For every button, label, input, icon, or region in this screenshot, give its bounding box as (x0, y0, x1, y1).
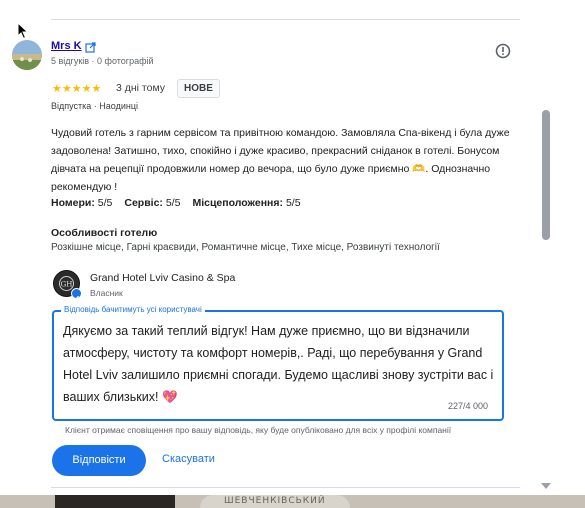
background-sign-text: ШЕВЧЕНКІВСЬКИЙ (224, 496, 326, 506)
background-photo-dark-area (55, 495, 175, 508)
external-link-icon[interactable] (85, 40, 96, 53)
service-value: 5/5 (165, 197, 181, 209)
features-list: Розкішне місце, Гарні краєвиди, Романтич… (51, 242, 440, 253)
reply-text-value[interactable]: Дякуємо за такий теплий відгук! Нам дуже… (63, 320, 499, 408)
report-button[interactable] (495, 43, 511, 59)
owner-role: Власник (90, 288, 123, 298)
reply-field-label: Відповідь бачитимуть усі користувачі (61, 305, 205, 314)
report-icon (495, 43, 511, 59)
reviewer-meta: 5 відгуків · 0 фотографій (51, 56, 154, 66)
divider (51, 487, 520, 488)
review-panel: Mrs K 5 відгуків · 0 фотографій ★★★★★ 3 … (0, 0, 553, 495)
new-badge: НОВЕ (177, 79, 220, 98)
trip-type: Відпустка · Наодинці (51, 101, 139, 111)
scrollbar-thumb[interactable] (542, 110, 550, 240)
character-counter: 227/4 000 (448, 401, 489, 411)
location-label: Місцеположення: (192, 197, 284, 209)
service-label: Сервіс: (124, 197, 163, 209)
scroll-down-arrow-icon[interactable] (541, 483, 551, 489)
cancel-button[interactable]: Скасувати (162, 453, 215, 465)
features-title: Особливості готелю (51, 227, 158, 239)
reply-notice: Клієнт отримає сповіщення про вашу відпо… (65, 425, 452, 435)
divider (51, 19, 520, 20)
owner-name: Grand Hotel Lviv Casino & Spa (90, 272, 236, 284)
category-ratings: Номери: 5/5 Сервіс: 5/5 Місцеположення: 5/… (51, 197, 301, 209)
page: ШЕВЧЕНКІВСЬКИЙ Mrs K 5 відгуків · 0 фото… (0, 0, 585, 508)
reply-button[interactable]: Відповісти (52, 445, 146, 476)
location-value: 5/5 (285, 197, 301, 209)
verified-check-icon (71, 288, 82, 301)
review-time: 3 дні тому (116, 82, 166, 94)
rooms-label: Номери: (51, 197, 95, 209)
svg-text:GH: GH (61, 281, 73, 289)
reviewer-name-link[interactable]: Mrs K (51, 40, 82, 52)
review-text: Чудовий готель з гарним сервісом та прив… (51, 127, 510, 193)
rooms-value: 5/5 (97, 197, 113, 209)
star-rating: ★★★★★ (52, 83, 102, 95)
scrollbar[interactable] (539, 0, 553, 495)
mouse-cursor-icon (17, 21, 29, 45)
